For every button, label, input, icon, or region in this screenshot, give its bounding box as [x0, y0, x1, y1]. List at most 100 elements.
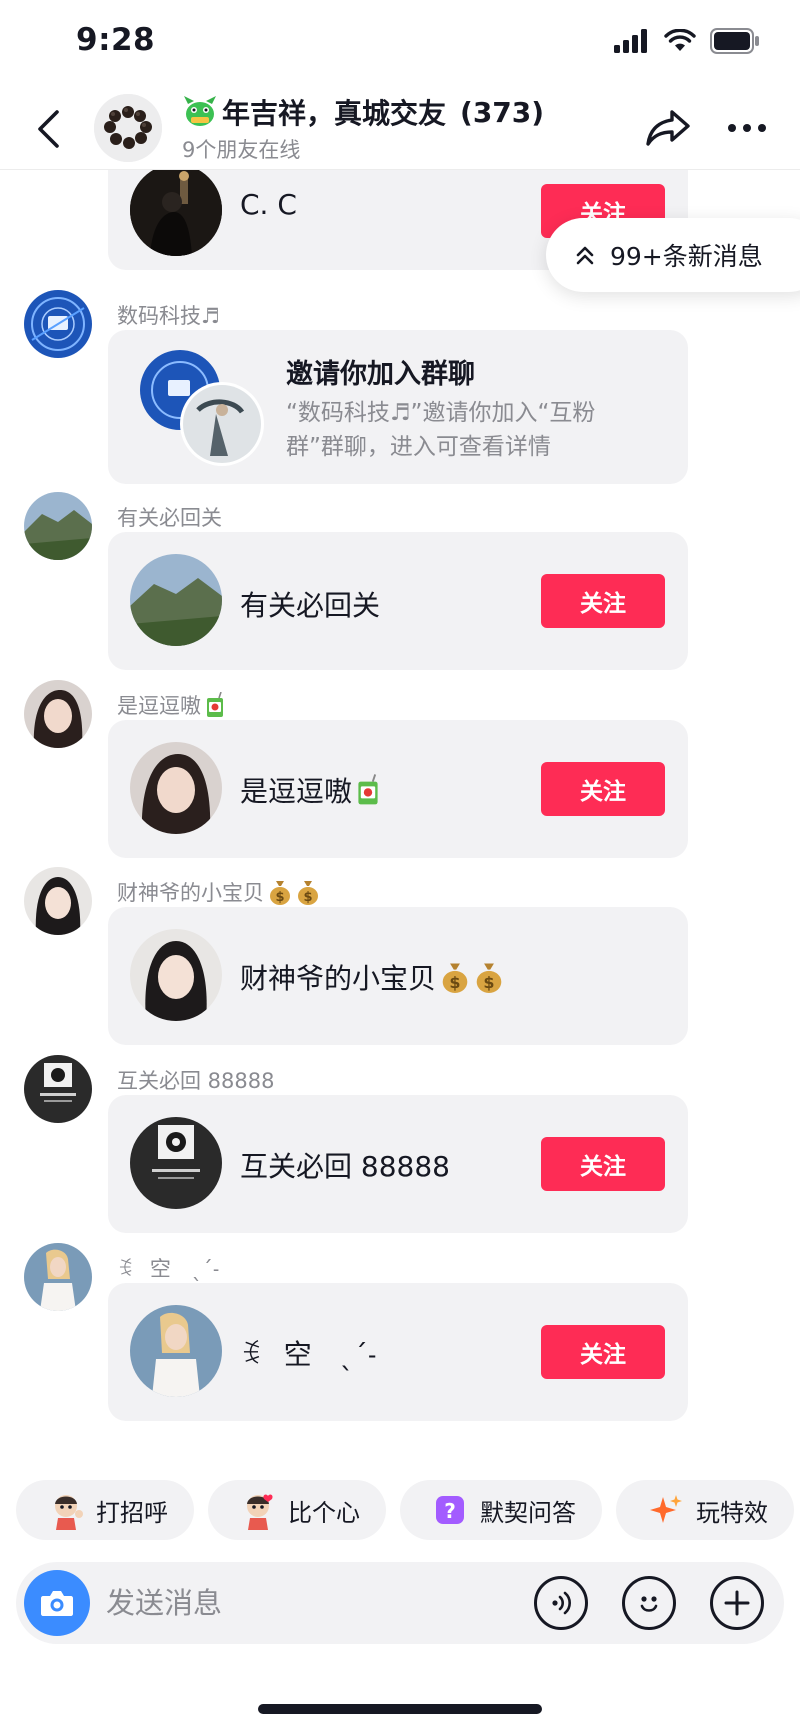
- sender-name-row: 财神爷的小宝贝 $ $: [117, 877, 320, 907]
- camera-button[interactable]: [24, 1570, 90, 1636]
- emoji-button[interactable]: [622, 1576, 676, 1630]
- girl-avatar-image: [24, 867, 92, 935]
- juice-box-emoji-icon: [207, 692, 223, 717]
- more-dot: [728, 124, 736, 132]
- svg-text:$: $: [275, 890, 284, 905]
- group-invite-card[interactable]: 邀请你加入群聊 “数码科技♬”邀请你加入“互粉群”群聊，进入可查看详情: [108, 330, 688, 484]
- wave-sticker-icon: [46, 1490, 86, 1530]
- sender-avatar[interactable]: [24, 680, 92, 748]
- sender-avatar[interactable]: [24, 867, 92, 935]
- online-count: 9个朋友在线: [182, 138, 301, 162]
- new-messages-label: 99+条新消息: [610, 242, 763, 271]
- sender-avatar[interactable]: [24, 290, 92, 358]
- card-avatar[interactable]: [130, 1305, 222, 1397]
- svg-text:$: $: [303, 890, 312, 905]
- more-button[interactable]: [722, 108, 772, 148]
- quick-action-heart[interactable]: 比个心: [208, 1480, 386, 1540]
- quick-action-label: 玩特效: [696, 1498, 768, 1527]
- mountain-avatar-image: [24, 492, 92, 560]
- girl-avatar-image: [24, 1243, 92, 1311]
- new-messages-pill[interactable]: 99+条新消息: [546, 218, 800, 292]
- sender-name: 是逗逗嗷: [117, 694, 201, 718]
- card-name: C. C: [240, 188, 297, 221]
- quick-action-quiz[interactable]: ? 默契问答: [400, 1480, 602, 1540]
- bead-bracelet-image: [94, 94, 162, 162]
- card-avatar[interactable]: [130, 554, 222, 646]
- group-name: 年吉祥，真城交友: [222, 97, 447, 130]
- sender-avatar[interactable]: [24, 1243, 92, 1311]
- plus-icon: [724, 1590, 750, 1616]
- card-avatar[interactable]: [130, 170, 222, 256]
- status-bar: 9:28: [0, 0, 800, 88]
- share-button[interactable]: [644, 106, 692, 152]
- money-bag-emoji-icon: $: [298, 881, 318, 905]
- group-avatar[interactable]: [94, 94, 162, 162]
- quick-action-label: 打招呼: [96, 1498, 168, 1527]
- double-chevron-up-icon: [576, 246, 594, 265]
- girl-avatar-image: [130, 742, 222, 834]
- question-icon: ?: [430, 1490, 470, 1530]
- follow-button[interactable]: 关注: [541, 1137, 665, 1191]
- user-card[interactable]: 是逗逗嗷 关注: [108, 720, 688, 858]
- sender-avatar[interactable]: [24, 492, 92, 560]
- back-button[interactable]: [28, 106, 68, 152]
- card-avatar[interactable]: [130, 929, 222, 1021]
- money-bag-emoji-icon: $: [476, 963, 502, 993]
- cellular-signal-icon: [614, 29, 647, 53]
- heart-sticker-icon: [238, 1490, 278, 1530]
- voice-button[interactable]: [534, 1576, 588, 1630]
- user-card[interactable]: 财神爷的小宝贝 $ $: [108, 907, 688, 1045]
- card-name: ꉂ 空 ˎˊ˗: [240, 1338, 377, 1371]
- message-input-bar: [16, 1562, 784, 1644]
- message-list[interactable]: C. C 关注 数码科技♬ 邀请你加入群聊 “数码科技♬”邀请你加入“互粉群”群…: [0, 170, 800, 1460]
- status-time: 9:28: [76, 22, 156, 58]
- share-arrow-icon: [646, 110, 690, 146]
- sender-name: 有关必回关: [117, 506, 222, 530]
- member-count: (373): [460, 95, 545, 129]
- mountain-avatar-image: [130, 554, 222, 646]
- chat-header: 年吉祥，真城交友 (373) 9个朋友在线: [0, 88, 800, 170]
- sender-name: 数码科技♬: [117, 304, 220, 328]
- juice-box-emoji-icon: [358, 774, 378, 805]
- wifi-icon: [664, 29, 696, 51]
- svg-text:?: ?: [444, 1499, 456, 1523]
- message-input[interactable]: [106, 1576, 486, 1630]
- card-name-row: 财神爷的小宝贝 $ $: [240, 957, 504, 997]
- back-arrow-icon: [38, 110, 59, 148]
- qr-code-avatar-image: [130, 1117, 222, 1209]
- status-icons: [614, 28, 760, 54]
- user-card[interactable]: ꉂ 空 ˎˊ˗ 关注: [108, 1283, 688, 1421]
- sender-name-row: 是逗逗嗷: [117, 690, 225, 720]
- money-bag-emoji-icon: $: [270, 881, 290, 905]
- follow-button[interactable]: 关注: [541, 574, 665, 628]
- sender-avatar[interactable]: [24, 1055, 92, 1123]
- card-avatar[interactable]: [130, 1117, 222, 1209]
- sparkle-icon: [646, 1490, 686, 1530]
- girl-avatar-image: [130, 929, 222, 1021]
- user-card[interactable]: 有关必回关 关注: [108, 532, 688, 670]
- card-name: 互关必回 88888: [240, 1150, 450, 1183]
- card-avatar[interactable]: [130, 742, 222, 834]
- follow-button[interactable]: 关注: [541, 1325, 665, 1379]
- quick-actions: 打招呼 比个心 ? 默契问答 玩特效: [16, 1480, 800, 1540]
- invite-description: “数码科技♬”邀请你加入“互粉群”群聊，进入可查看详情: [286, 400, 596, 460]
- invite-avatars-image: [140, 350, 264, 466]
- girl-avatar-image: [24, 680, 92, 748]
- battery-icon: [710, 28, 759, 54]
- svg-text:$: $: [483, 973, 494, 992]
- emoji-icon: [640, 1596, 658, 1612]
- voice-icon: [552, 1591, 571, 1615]
- group-title-row[interactable]: 年吉祥，真城交友 (373): [182, 92, 544, 132]
- quick-action-label: 默契问答: [480, 1498, 576, 1527]
- card-name: 有关必回关: [240, 589, 381, 622]
- money-bag-emoji-icon: $: [442, 963, 468, 993]
- sender-name: 财神爷的小宝贝: [117, 881, 264, 905]
- quick-action-wave[interactable]: 打招呼: [16, 1480, 194, 1540]
- quick-action-label: 比个心: [288, 1498, 360, 1527]
- plus-button[interactable]: [710, 1576, 764, 1630]
- follow-button[interactable]: 关注: [541, 762, 665, 816]
- user-card[interactable]: 互关必回 88888 关注: [108, 1095, 688, 1233]
- svg-text:$: $: [449, 973, 460, 992]
- qr-code-avatar-image: [24, 1055, 92, 1123]
- quick-action-effects[interactable]: 玩特效: [616, 1480, 794, 1540]
